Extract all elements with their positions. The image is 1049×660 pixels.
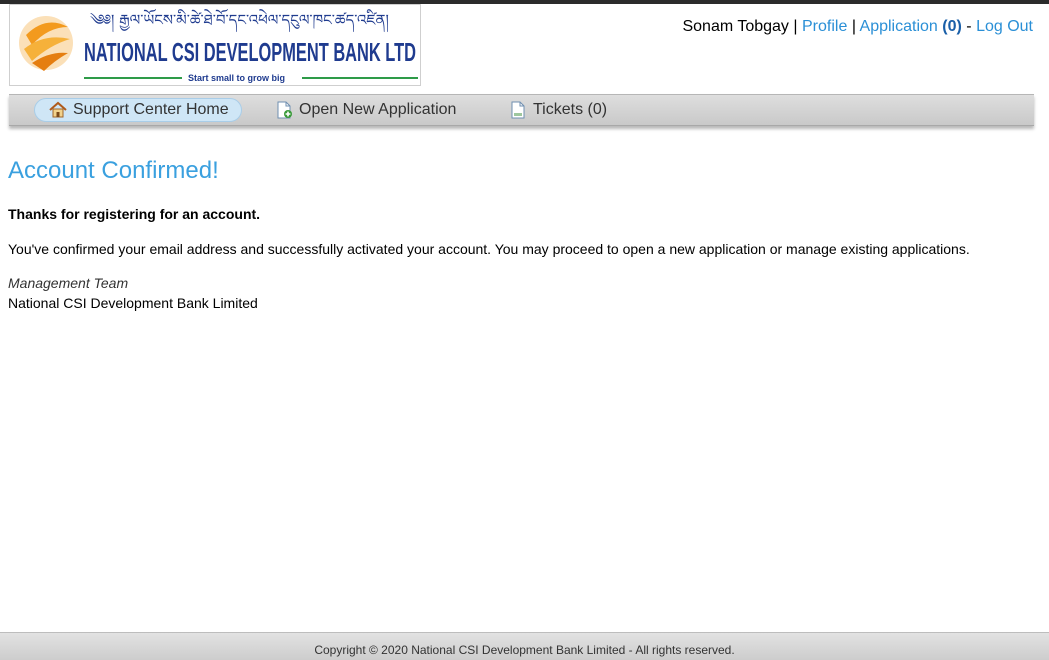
nav-item-label: Tickets (0)	[533, 101, 608, 118]
logo-graphic: ༄༅། རྒྱལ་ཡོངས་མི་ཚེ་ཐེ་བོ་དང་འཕེལ་དངུལ་ཁ…	[19, 8, 418, 83]
logo-tagline: Start small to grow big	[188, 73, 285, 83]
nav-open-new-application[interactable]: Open New Application	[275, 98, 456, 122]
signature-team: Management Team	[8, 275, 129, 291]
separator: |	[793, 18, 798, 35]
nav-item-label: Support Center Home	[73, 101, 229, 118]
page-title: Account Confirmed!	[8, 157, 219, 184]
signature-organization: National CSI Development Bank Limited	[8, 295, 258, 311]
logo-tibetan-text: ༄༅། རྒྱལ་ཡོངས་མི་ཚེ་ཐེ་བོ་དང་འཕེལ་དངུལ་ཁ…	[90, 8, 389, 33]
header: ༄༅། རྒྱལ་ཡོངས་མི་ཚེ་ཐེ་བོ་དང་འཕེལ་དངུལ་ཁ…	[0, 4, 1049, 90]
application-link[interactable]: Application (0)	[860, 18, 962, 35]
bank-logo[interactable]: ༄༅། རྒྱལ་ཡོངས་མི་ཚེ་ཐེ་བོ་དང་འཕེལ་དངུལ་ཁ…	[9, 4, 421, 86]
profile-link[interactable]: Profile	[802, 18, 847, 35]
nav-tickets[interactable]: Tickets (0)	[509, 98, 607, 122]
main-nav: Support Center Home Open New Application…	[9, 94, 1034, 126]
footer: Copyright © 2020 National CSI Developmen…	[0, 632, 1049, 660]
separator: |	[851, 18, 856, 35]
home-icon	[49, 101, 67, 119]
application-count: (0)	[942, 18, 962, 35]
main-content: Account Confirmed! Thanks for registerin…	[8, 157, 1018, 313]
nav-support-center-home[interactable]: Support Center Home	[34, 98, 242, 122]
document-icon	[509, 101, 527, 119]
logout-link[interactable]: Log Out	[976, 18, 1033, 35]
dash-separator: -	[966, 18, 972, 35]
confirmation-message: You've confirmed your email address and …	[8, 241, 970, 257]
thanks-message: Thanks for registering for an account.	[8, 206, 261, 222]
user-name: Sonam Tobgay	[682, 18, 789, 35]
user-bar: Sonam Tobgay | Profile | Application (0)…	[682, 18, 1033, 36]
nav-item-label: Open New Application	[299, 101, 457, 118]
logo-bank-name: NATIONAL CSI DEVELOPMENT BANK LTD	[84, 37, 416, 67]
new-document-icon	[275, 101, 293, 119]
application-link-label: Application	[859, 18, 938, 35]
signature: Management Team National CSI Development…	[8, 273, 1018, 313]
